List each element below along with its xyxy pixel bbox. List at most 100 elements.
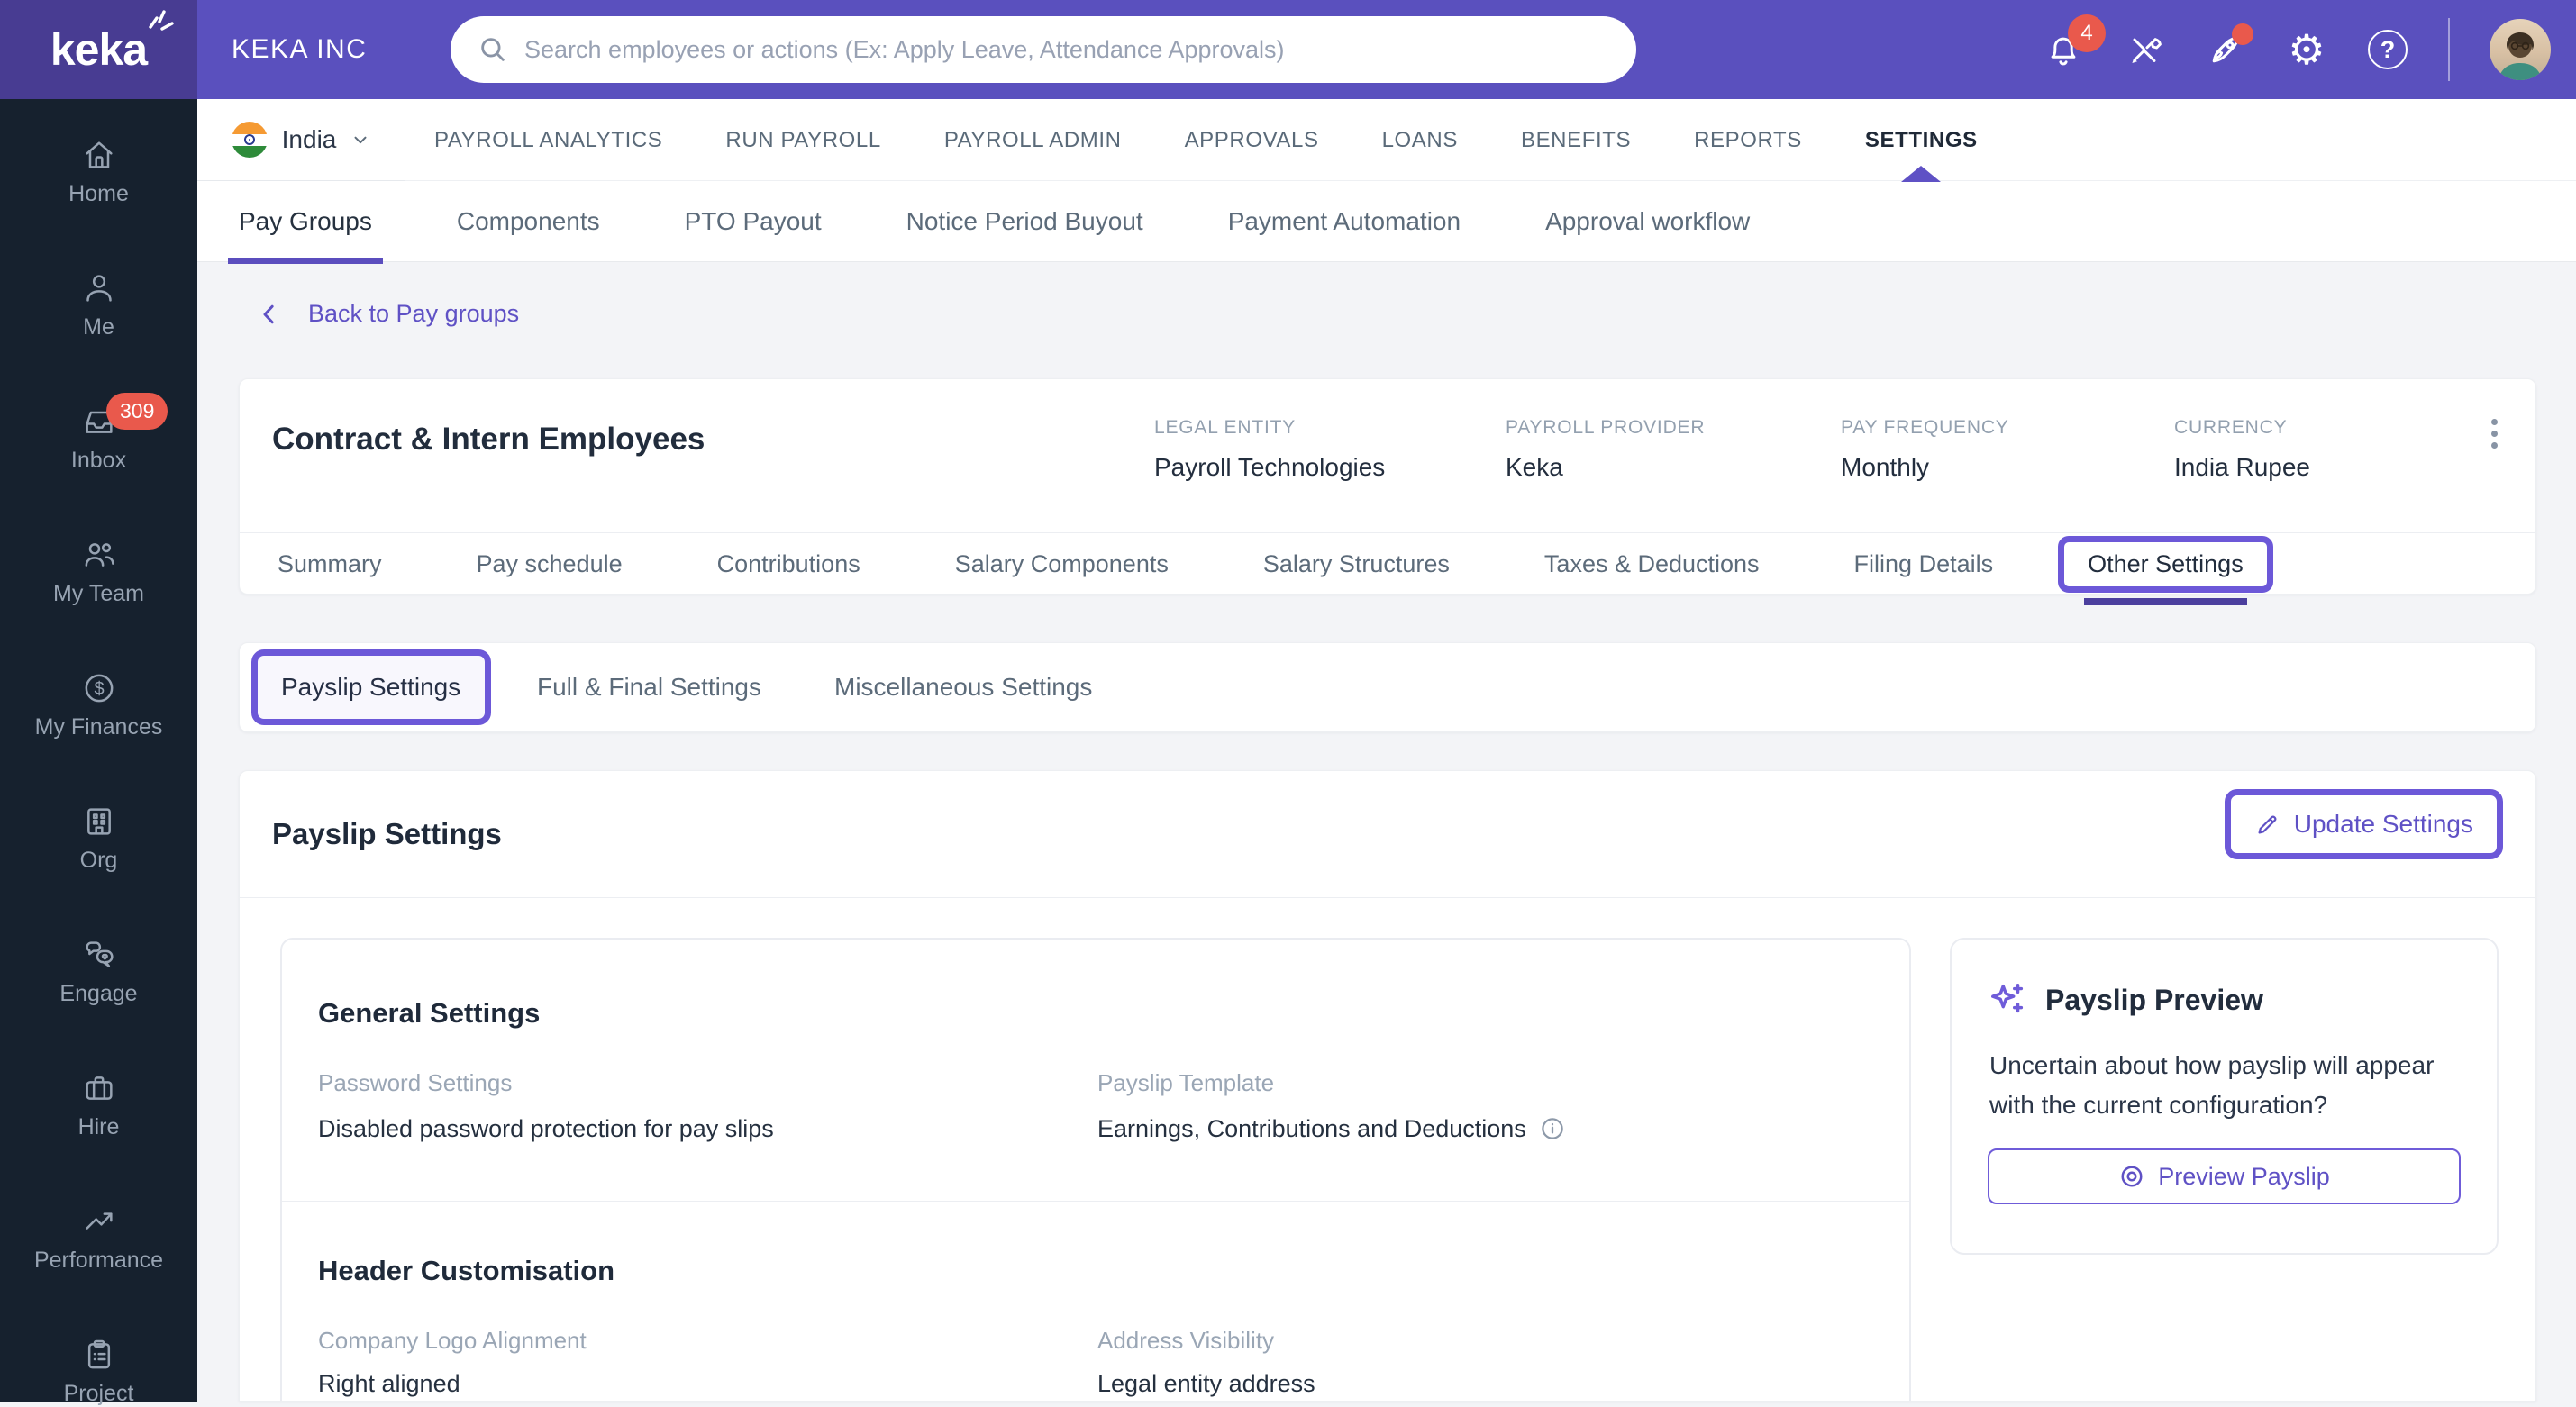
password-settings-value: Disabled password protection for pay sli… — [318, 1115, 774, 1142]
nav-payroll-admin[interactable]: PAYROLL ADMIN — [944, 128, 1122, 153]
payslip-template-text: Earnings, Contributions and Deductions — [1097, 1115, 1526, 1142]
nav-loans[interactable]: LOANS — [1382, 128, 1458, 153]
target-icon — [2121, 1166, 2143, 1187]
finances-icon: $ — [81, 670, 117, 706]
subnav-approval-workflow[interactable]: Approval workflow — [1545, 207, 1750, 236]
back-link-label: Back to Pay groups — [308, 300, 520, 327]
meta-label: PAY FREQUENCY — [1841, 417, 2009, 438]
tab-filing-details[interactable]: Filing Details — [1854, 550, 1994, 578]
tab-other-settings[interactable]: Other Settings — [2058, 535, 2273, 605]
meta-label: PAYROLL PROVIDER — [1506, 417, 1706, 438]
keka-logo[interactable]: keka — [0, 0, 197, 99]
chevron-down-icon — [354, 136, 367, 144]
payslip-settings-card: Payslip Settings Update Settings General… — [239, 770, 2536, 1402]
subnav-components[interactable]: Components — [457, 207, 600, 236]
sidebar-item-label: My Team — [53, 581, 144, 606]
tools-button[interactable] — [2124, 29, 2165, 70]
payslip-preview-panel: Payslip Preview Uncertain about how pays… — [1950, 938, 2499, 1255]
pay-group-tabs: Summary Pay schedule Contributions Salar… — [240, 532, 2535, 605]
country-selector[interactable]: India — [197, 99, 405, 181]
meta-label: CURRENCY — [2174, 417, 2288, 438]
sidebar-item-label: My Finances — [34, 714, 163, 740]
tools-icon — [2132, 38, 2162, 64]
global-search[interactable] — [451, 16, 1636, 83]
update-settings-label: Update Settings — [2293, 810, 2473, 838]
tab-salary-components[interactable]: Salary Components — [955, 550, 1169, 578]
sidebar-item-inbox[interactable]: 309 Inbox — [0, 393, 197, 474]
payslip-template-value: Earnings, Contributions and Deductions — [1097, 1114, 1566, 1143]
tab-salary-structures[interactable]: Salary Structures — [1263, 550, 1450, 578]
tab-taxes-deductions[interactable]: Taxes & Deductions — [1544, 550, 1760, 578]
sidebar-item-label: Hire — [77, 1114, 120, 1139]
back-to-pay-groups-link[interactable]: Back to Pay groups — [256, 300, 519, 328]
panel-divider — [282, 1201, 1909, 1202]
tab-pay-schedule[interactable]: Pay schedule — [477, 550, 623, 578]
sidebar-item-label: Me — [83, 314, 114, 340]
rocket-alert-dot — [2232, 23, 2253, 45]
subnav-pto-payout[interactable]: PTO Payout — [685, 207, 822, 236]
avatar[interactable] — [2490, 19, 2551, 80]
header-customisation-heading: Header Customisation — [318, 1255, 615, 1286]
primary-nav-items: PAYROLL ANALYTICS RUN PAYROLL PAYROLL AD… — [434, 99, 1978, 181]
tab-full-final-settings[interactable]: Full & Final Settings — [537, 673, 761, 702]
sparkle-icon — [1991, 983, 2024, 1013]
logo-alignment-value: Right aligned — [318, 1370, 460, 1397]
payslip-preview-description: Uncertain about how payslip will appear … — [1989, 1051, 2435, 1119]
user-icon — [81, 270, 117, 306]
nav-reports[interactable]: REPORTS — [1694, 128, 1802, 153]
update-settings-button[interactable]: Update Settings — [2224, 789, 2503, 859]
meta-value: Keka — [1506, 453, 1563, 481]
settings-button[interactable]: ⚙ — [2286, 29, 2327, 70]
sidebar-item-me[interactable]: Me — [0, 270, 197, 340]
meta-value: Payroll Technologies — [1154, 453, 1386, 481]
sidebar-item-my-team[interactable]: My Team — [0, 537, 197, 607]
info-icon[interactable] — [1539, 1115, 1566, 1142]
sidebar-item-hire[interactable]: Hire — [0, 1070, 197, 1140]
home-icon — [81, 137, 117, 173]
sidebar-item-label: Inbox — [70, 448, 127, 473]
pencil-icon — [2258, 815, 2277, 834]
sidebar-item-performance[interactable]: Performance — [0, 1203, 197, 1274]
subnav-pay-groups[interactable]: Pay Groups — [228, 207, 383, 264]
kebab-icon — [2490, 419, 2498, 425]
pay-group-kebab-menu[interactable] — [2476, 419, 2512, 458]
preview-payslip-button[interactable]: Preview Payslip — [1988, 1148, 2461, 1204]
payslip-preview-title: Payslip Preview — [2045, 983, 2263, 1016]
meta-value: India Rupee — [2174, 453, 2311, 481]
sidebar-item-engage[interactable]: Engage — [0, 937, 197, 1007]
tab-payslip-settings[interactable]: Payslip Settings — [251, 649, 492, 725]
tab-label: Payslip Settings — [281, 673, 461, 701]
keka-logo-text: keka — [50, 24, 148, 75]
sidebar-item-label: Performance — [33, 1248, 164, 1273]
whats-new-button[interactable] — [2205, 23, 2253, 70]
nav-approvals[interactable]: APPROVALS — [1185, 128, 1319, 153]
subnav-payment-automation[interactable]: Payment Automation — [1228, 207, 1461, 236]
nav-settings[interactable]: SETTINGS — [1865, 128, 1978, 153]
tab-contributions[interactable]: Contributions — [717, 550, 860, 578]
nav-run-payroll[interactable]: RUN PAYROLL — [725, 128, 880, 153]
pay-group-title: Contract & Intern Employees — [272, 422, 705, 457]
sidebar-item-label: Engage — [59, 981, 138, 1006]
svg-text:$: $ — [94, 679, 104, 699]
preview-payslip-label: Preview Payslip — [2158, 1162, 2330, 1190]
general-settings-heading: General Settings — [318, 997, 541, 1029]
search-input[interactable] — [524, 35, 1609, 64]
tab-summary[interactable]: Summary — [278, 550, 382, 578]
nav-payroll-analytics[interactable]: PAYROLL ANALYTICS — [434, 128, 662, 153]
org-icon — [81, 803, 117, 840]
nav-benefits[interactable]: BENEFITS — [1521, 128, 1631, 153]
help-button[interactable]: ? — [2367, 29, 2408, 70]
notifications-button[interactable]: 4 — [2043, 14, 2106, 70]
sidebar-item-project[interactable]: Project — [0, 1337, 197, 1407]
notification-count-badge: 4 — [2068, 14, 2106, 52]
settings-subnav: Pay Groups Components PTO Payout Notice … — [197, 181, 2576, 264]
sidebar-item-my-finances[interactable]: $ My Finances — [0, 670, 197, 740]
subnav-notice-period-buyout[interactable]: Notice Period Buyout — [906, 207, 1143, 236]
sidebar-item-home[interactable]: Home — [0, 137, 197, 207]
sidebar-item-org[interactable]: Org — [0, 803, 197, 874]
primary-nav: India PAYROLL ANALYTICS RUN PAYROLL PAYR… — [197, 99, 2576, 181]
tab-miscellaneous-settings[interactable]: Miscellaneous Settings — [834, 673, 1092, 702]
meta-label: LEGAL ENTITY — [1154, 417, 1297, 438]
hire-icon — [81, 1070, 117, 1106]
logo-sparks-icon — [149, 10, 174, 31]
